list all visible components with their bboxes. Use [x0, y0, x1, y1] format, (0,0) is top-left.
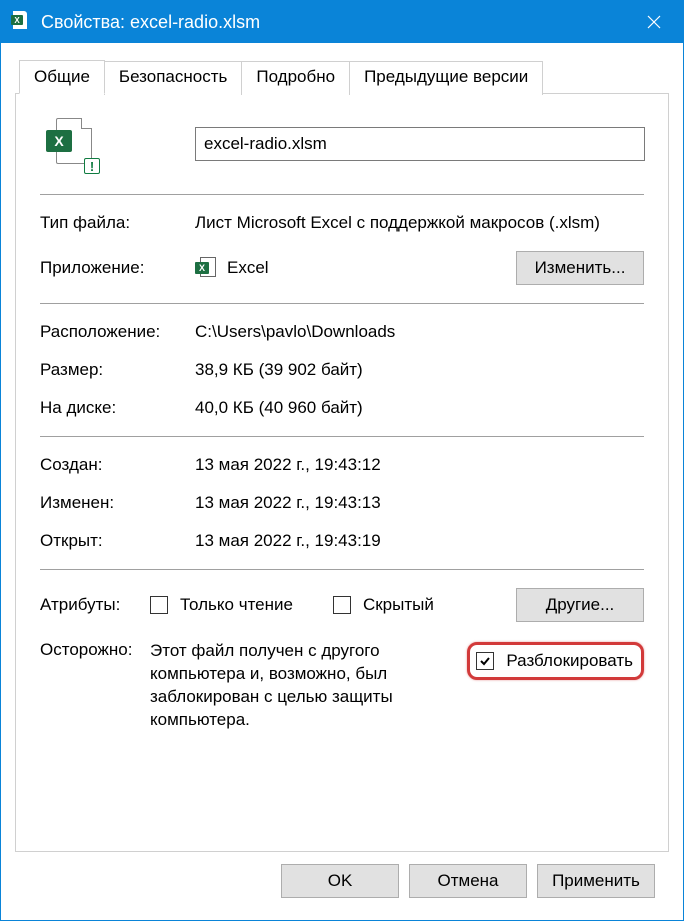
tab-general[interactable]: Общие — [19, 60, 105, 94]
tab-security[interactable]: Безопасность — [104, 61, 242, 95]
file-type-icon: X! — [44, 116, 100, 172]
apply-button[interactable]: Применить — [537, 864, 655, 898]
unblock-highlight: Разблокировать — [467, 642, 644, 680]
checkbox-readonly[interactable]: Только чтение — [150, 595, 293, 615]
value-created: 13 мая 2022 г., 19:43:12 — [195, 455, 644, 475]
caution-text: Этот файл получен с другого компьютера и… — [150, 640, 420, 732]
label-ondisk: На диске: — [40, 398, 195, 418]
ok-button[interactable]: OK — [281, 864, 399, 898]
value-modified: 13 мая 2022 г., 19:43:13 — [195, 493, 644, 513]
other-attributes-button[interactable]: Другие... — [516, 588, 644, 622]
label-unblock: Разблокировать — [506, 651, 633, 671]
label-created: Создан: — [40, 455, 195, 475]
general-panel: X! Тип файла: Лист Microsoft Excel с под… — [15, 93, 669, 852]
label-modified: Изменен: — [40, 493, 195, 513]
label-opened: Открыт: — [40, 531, 195, 551]
label-application: Приложение: — [40, 258, 195, 278]
change-app-button[interactable]: Изменить... — [516, 251, 644, 285]
filename-input[interactable] — [195, 127, 645, 161]
value-application: Excel — [227, 258, 269, 278]
label-caution: Осторожно: — [40, 640, 150, 660]
dialog-footer: OK Отмена Применить — [15, 852, 669, 910]
cancel-button[interactable]: Отмена — [409, 864, 527, 898]
excel-app-icon: X — [195, 256, 219, 280]
label-size: Размер: — [40, 360, 195, 380]
titlebar: X Свойства: excel-radio.xlsm — [1, 1, 683, 43]
tab-strip: Общие Безопасность Подробно Предыдущие в… — [15, 59, 669, 93]
value-opened: 13 мая 2022 г., 19:43:19 — [195, 531, 644, 551]
close-button[interactable] — [625, 1, 683, 43]
checkbox-hidden[interactable]: Скрытый — [333, 595, 434, 615]
excel-file-icon: X — [11, 11, 31, 33]
tab-previous-versions[interactable]: Предыдущие версии — [349, 61, 543, 95]
value-size: 38,9 КБ (39 902 байт) — [195, 360, 644, 380]
label-location: Расположение: — [40, 322, 195, 342]
checkbox-unblock[interactable]: Разблокировать — [476, 651, 633, 671]
tab-details[interactable]: Подробно — [241, 61, 350, 95]
label-filetype: Тип файла: — [40, 213, 195, 233]
label-readonly: Только чтение — [180, 595, 293, 615]
value-ondisk: 40,0 КБ (40 960 байт) — [195, 398, 644, 418]
label-attributes: Атрибуты: — [40, 595, 150, 615]
value-location: C:\Users\pavlo\Downloads — [195, 322, 644, 342]
window-title: Свойства: excel-radio.xlsm — [41, 12, 260, 33]
value-filetype: Лист Microsoft Excel с поддержкой макрос… — [195, 213, 644, 233]
label-hidden: Скрытый — [363, 595, 434, 615]
properties-window: X Свойства: excel-radio.xlsm Общие Безоп… — [0, 0, 684, 921]
